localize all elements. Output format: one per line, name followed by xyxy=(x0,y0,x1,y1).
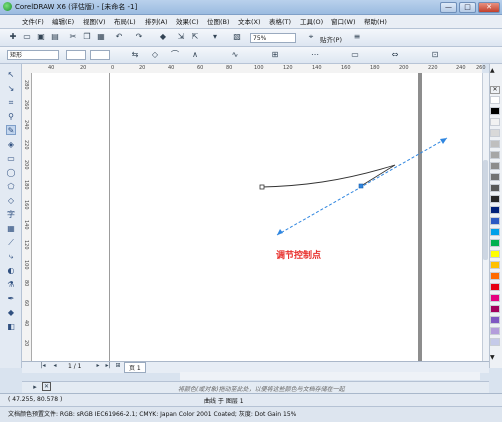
annotation-label: 调节控制点 xyxy=(276,251,322,261)
no-color-swatch[interactable]: ✕ xyxy=(490,86,500,94)
drawing-layer xyxy=(259,137,448,236)
edited-curve xyxy=(261,164,396,188)
vertical-scroll-thumb[interactable] xyxy=(483,160,488,260)
color-swatch[interactable] xyxy=(490,250,500,258)
control-handle-arrow-head-bottom xyxy=(277,229,283,235)
first-page-icon[interactable]: |◂ xyxy=(38,361,48,371)
color-swatch[interactable] xyxy=(490,184,500,192)
color-swatch[interactable] xyxy=(490,239,500,247)
status-bar xyxy=(0,393,502,407)
color-swatch[interactable] xyxy=(490,206,500,214)
color-swatch[interactable] xyxy=(490,305,500,313)
document-color-profile[interactable]: 文档颜色预置文件: RGB: sRGB IEC61966-2.1; CMYK: … xyxy=(8,409,296,418)
start-node xyxy=(259,184,265,190)
control-handle-arrow-head-top xyxy=(440,138,447,144)
color-swatch[interactable] xyxy=(490,294,500,302)
palette-scroll-up-icon[interactable]: ▲ xyxy=(490,67,495,74)
color-swatch[interactable] xyxy=(490,107,500,115)
color-swatch[interactable] xyxy=(490,228,500,236)
color-swatch[interactable] xyxy=(490,162,500,170)
color-swatch[interactable] xyxy=(490,118,500,126)
previous-page-icon[interactable]: ◂ xyxy=(50,361,60,371)
object-info: 曲线 于 图层 1 xyxy=(204,398,244,405)
color-swatch[interactable] xyxy=(490,217,500,225)
color-swatch[interactable] xyxy=(490,173,500,181)
color-swatch[interactable] xyxy=(490,151,500,159)
no-fill-icon[interactable]: ✕ xyxy=(42,382,51,391)
next-page-icon[interactable]: ▸ xyxy=(93,361,103,371)
color-swatch[interactable] xyxy=(490,140,500,148)
color-swatch[interactable] xyxy=(490,316,500,324)
color-swatch[interactable] xyxy=(490,195,500,203)
palette-scroll-down-icon[interactable]: ▼ xyxy=(490,354,495,361)
page-counter: 1 / 1 xyxy=(68,363,82,370)
cursor-coordinates: ( 47.255, 80.578 ) xyxy=(8,396,63,403)
palette-arrow-icon[interactable]: ▸ xyxy=(30,382,40,392)
horizontal-scrollbar[interactable] xyxy=(180,372,480,380)
color-swatch[interactable] xyxy=(490,261,500,269)
page-tab[interactable]: 页 1 xyxy=(124,362,146,373)
selected-control-point xyxy=(358,183,364,189)
color-swatch[interactable] xyxy=(490,327,500,335)
color-swatch[interactable] xyxy=(490,272,500,280)
color-swatch[interactable] xyxy=(490,96,500,104)
add-page-icon[interactable]: ⊞ xyxy=(113,361,123,371)
color-swatch[interactable] xyxy=(490,129,500,137)
color-swatch[interactable] xyxy=(490,283,500,291)
document-palette-hint: 将颜色(或对象)拖动至此处，以便将这些颜色与文档存储在一起 xyxy=(178,386,345,393)
last-page-icon[interactable]: ▸| xyxy=(103,361,113,371)
color-swatch[interactable] xyxy=(490,338,500,346)
